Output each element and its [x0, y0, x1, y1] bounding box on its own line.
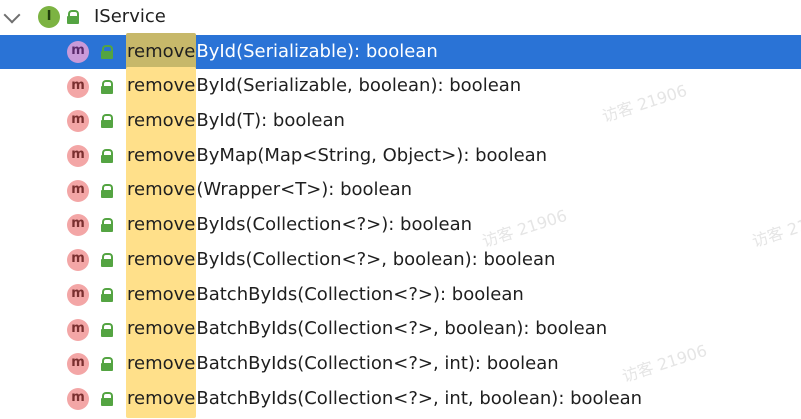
method-item[interactable]: m remove BatchByIds(Collection<?>, int): b… — [0, 344, 801, 384]
method-icon: m — [67, 179, 89, 202]
method-list: m remove ById(Serializable): boolean m remov… — [0, 32, 801, 419]
lock-icon — [101, 357, 113, 372]
tree-node-iservice[interactable]: I IService — [0, 0, 801, 35]
interface-name: IService — [94, 6, 166, 27]
method-signature: remove BatchByIds(Collection<?>, int, boo… — [126, 379, 643, 419]
method-icon: m — [67, 145, 89, 168]
method-signature: remove BatchByIds(Collection<?>, int): bo… — [126, 344, 559, 384]
method-item[interactable]: m remove ById(T): boolean — [0, 102, 801, 141]
method-signature: remove BatchByIds(Collection<?>, boolean)… — [126, 310, 608, 349]
search-match-highlight: remove — [126, 206, 197, 245]
method-icon: m — [67, 318, 89, 341]
chevron-down-icon[interactable] — [3, 6, 21, 24]
method-signature: remove ByMap(Map<String, Object>): boolea… — [126, 136, 548, 176]
lock-icon — [101, 253, 113, 268]
lock-icon — [101, 114, 113, 129]
method-signature: remove ByIds(Collection<?>): boolean — [126, 206, 473, 245]
method-icon: m — [67, 283, 89, 306]
method-signature-rest: BatchByIds(Collection<?>): boolean — [196, 283, 524, 305]
search-match-highlight: remove — [126, 344, 197, 384]
method-item[interactable]: m remove ByMap(Map<String, Object>): boole… — [0, 136, 801, 176]
interface-icon: I — [38, 6, 60, 29]
method-icon: m — [67, 75, 89, 98]
search-match-highlight: remove — [126, 275, 197, 315]
method-icon: m — [67, 214, 89, 237]
search-match-highlight: remove — [126, 67, 197, 107]
lock-icon — [101, 183, 113, 198]
search-match-highlight: remove — [126, 102, 197, 141]
method-signature-rest: BatchByIds(Collection<?>, boolean): bool… — [196, 318, 608, 340]
search-match-highlight: remove — [126, 379, 197, 419]
method-icon: m — [67, 387, 89, 410]
search-match-highlight: remove — [126, 310, 197, 349]
lock-icon — [67, 10, 79, 25]
method-item[interactable]: m remove ById(Serializable, boolean): bool… — [0, 67, 801, 107]
lock-icon — [101, 149, 113, 164]
lock-icon — [101, 391, 113, 406]
lock-icon — [101, 45, 113, 60]
method-signature-rest: ByIds(Collection<?>, boolean): boolean — [196, 248, 556, 270]
method-item[interactable]: m remove (Wrapper<T>): boolean — [0, 171, 801, 211]
method-signature-rest: ById(Serializable, boolean): boolean — [196, 75, 522, 97]
structure-tree: I IService m remove ById(Serializable): bo… — [0, 0, 801, 419]
lock-icon — [101, 218, 113, 233]
method-signature-rest: ById(T): boolean — [196, 110, 345, 132]
method-item[interactable]: m remove BatchByIds(Collection<?>, int, bo… — [0, 379, 801, 419]
search-match-highlight: remove — [126, 171, 197, 211]
method-icon: m — [67, 353, 89, 376]
method-icon: m — [67, 41, 89, 64]
method-signature: remove ById(T): boolean — [126, 102, 345, 141]
lock-icon — [101, 322, 113, 337]
lock-icon — [101, 79, 113, 94]
search-match-highlight: remove — [126, 136, 197, 176]
method-item[interactable]: m remove ByIds(Collection<?>): boolean — [0, 206, 801, 245]
method-signature: remove ById(Serializable, boolean): boole… — [126, 67, 522, 107]
method-item[interactable]: m remove BatchByIds(Collection<?>, boolean… — [0, 310, 801, 349]
method-item[interactable]: m remove ById(Serializable): boolean — [0, 32, 801, 72]
search-match-highlight: remove — [126, 240, 197, 280]
method-signature-rest: BatchByIds(Collection<?>, int, boolean):… — [196, 387, 643, 409]
method-signature: remove (Wrapper<T>): boolean — [126, 171, 413, 211]
method-signature: remove ByIds(Collection<?>, boolean): boo… — [126, 240, 556, 280]
method-signature-rest: (Wrapper<T>): boolean — [196, 179, 413, 201]
method-icon: m — [67, 110, 89, 133]
method-icon: m — [67, 249, 89, 272]
method-item[interactable]: m remove ByIds(Collection<?>, boolean): bo… — [0, 240, 801, 280]
lock-icon — [101, 287, 113, 302]
search-match-highlight: remove — [126, 32, 197, 72]
method-item[interactable]: m remove BatchByIds(Collection<?>): boolea… — [0, 275, 801, 315]
method-signature: remove ById(Serializable): boolean — [126, 32, 438, 72]
method-signature-rest: ByMap(Map<String, Object>): boolean — [196, 144, 548, 166]
method-signature: remove BatchByIds(Collection<?>): boolean — [126, 275, 524, 315]
method-signature-rest: BatchByIds(Collection<?>, int): boolean — [196, 352, 559, 374]
method-signature-rest: ByIds(Collection<?>): boolean — [196, 214, 473, 236]
method-signature-rest: ById(Serializable): boolean — [196, 40, 438, 62]
